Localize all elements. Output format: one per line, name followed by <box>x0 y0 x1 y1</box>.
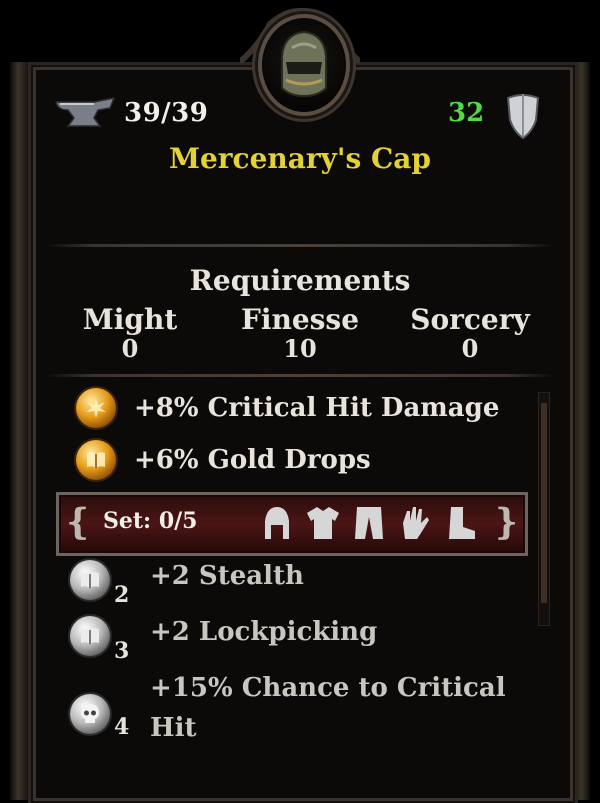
shield-icon <box>506 94 540 140</box>
requirement-finesse: Finesse 10 <box>220 303 380 363</box>
helm-portrait-icon <box>281 30 327 98</box>
requirement-label: Might <box>82 303 178 336</box>
burst-orb-icon <box>76 388 116 428</box>
divider <box>44 374 556 377</box>
requirement-might: Might 0 <box>50 303 210 363</box>
requirement-label: Sorcery <box>410 303 530 336</box>
requirement-value: 10 <box>283 334 317 363</box>
book-orb-icon <box>76 440 116 480</box>
pants-icon <box>355 507 383 539</box>
set-bonus-row: 2 <box>70 560 129 608</box>
anvil-icon <box>55 96 116 127</box>
set-bonus-text: +2 Stealth <box>150 561 304 591</box>
scroll-ornament-icon: ❵ <box>491 502 522 543</box>
set-label: Set: 0/5 <box>103 508 198 534</box>
stat-row: +8% Critical Hit Damage <box>76 388 499 428</box>
book-orb-icon <box>70 616 110 656</box>
durability-value: 39/39 <box>124 98 209 128</box>
skull-orb-icon <box>70 694 110 734</box>
item-name: Mercenary's Cap <box>168 142 432 175</box>
glove-icon <box>403 507 429 539</box>
armor-value: 32 <box>448 98 485 128</box>
requirement-sorcery: Sorcery 0 <box>390 303 550 363</box>
chest-icon <box>307 507 339 539</box>
scroll-ornament-icon: ❴ <box>63 502 94 543</box>
requirement-label: Finesse <box>240 303 360 336</box>
set-bonus-count: 4 <box>114 714 130 740</box>
stat-row: +6% Gold Drops <box>76 440 371 480</box>
set-bonus-row: 4 <box>70 694 129 740</box>
set-bonus-text: +15% Chance to Critical Hit <box>150 668 506 748</box>
set-bonus-count: 2 <box>114 582 130 608</box>
divider <box>44 244 556 247</box>
set-bonus-count: 3 <box>114 638 130 664</box>
scrollbar-thumb[interactable] <box>541 403 547 603</box>
boot-icon <box>449 507 475 539</box>
stat-text: +8% Critical Hit Damage <box>134 393 500 423</box>
helm-icon <box>265 507 289 539</box>
requirement-value: 0 <box>461 334 479 363</box>
set-bonus-text-line: +15% Chance to Critical <box>150 673 506 703</box>
set-bonus-text: +2 Lockpicking <box>150 617 378 647</box>
set-bonus-text-line: Hit <box>150 713 197 743</box>
set-bonus-row: 3 <box>70 616 129 664</box>
item-portrait <box>258 14 350 116</box>
scrollbar[interactable] <box>538 392 550 626</box>
requirements-title: Requirements <box>189 264 411 297</box>
book-orb-icon <box>70 560 110 600</box>
stat-text: +6% Gold Drops <box>134 445 371 475</box>
requirement-value: 0 <box>121 334 139 363</box>
set-bar: ❴ ❵ Set: 0/5 <box>56 492 528 556</box>
